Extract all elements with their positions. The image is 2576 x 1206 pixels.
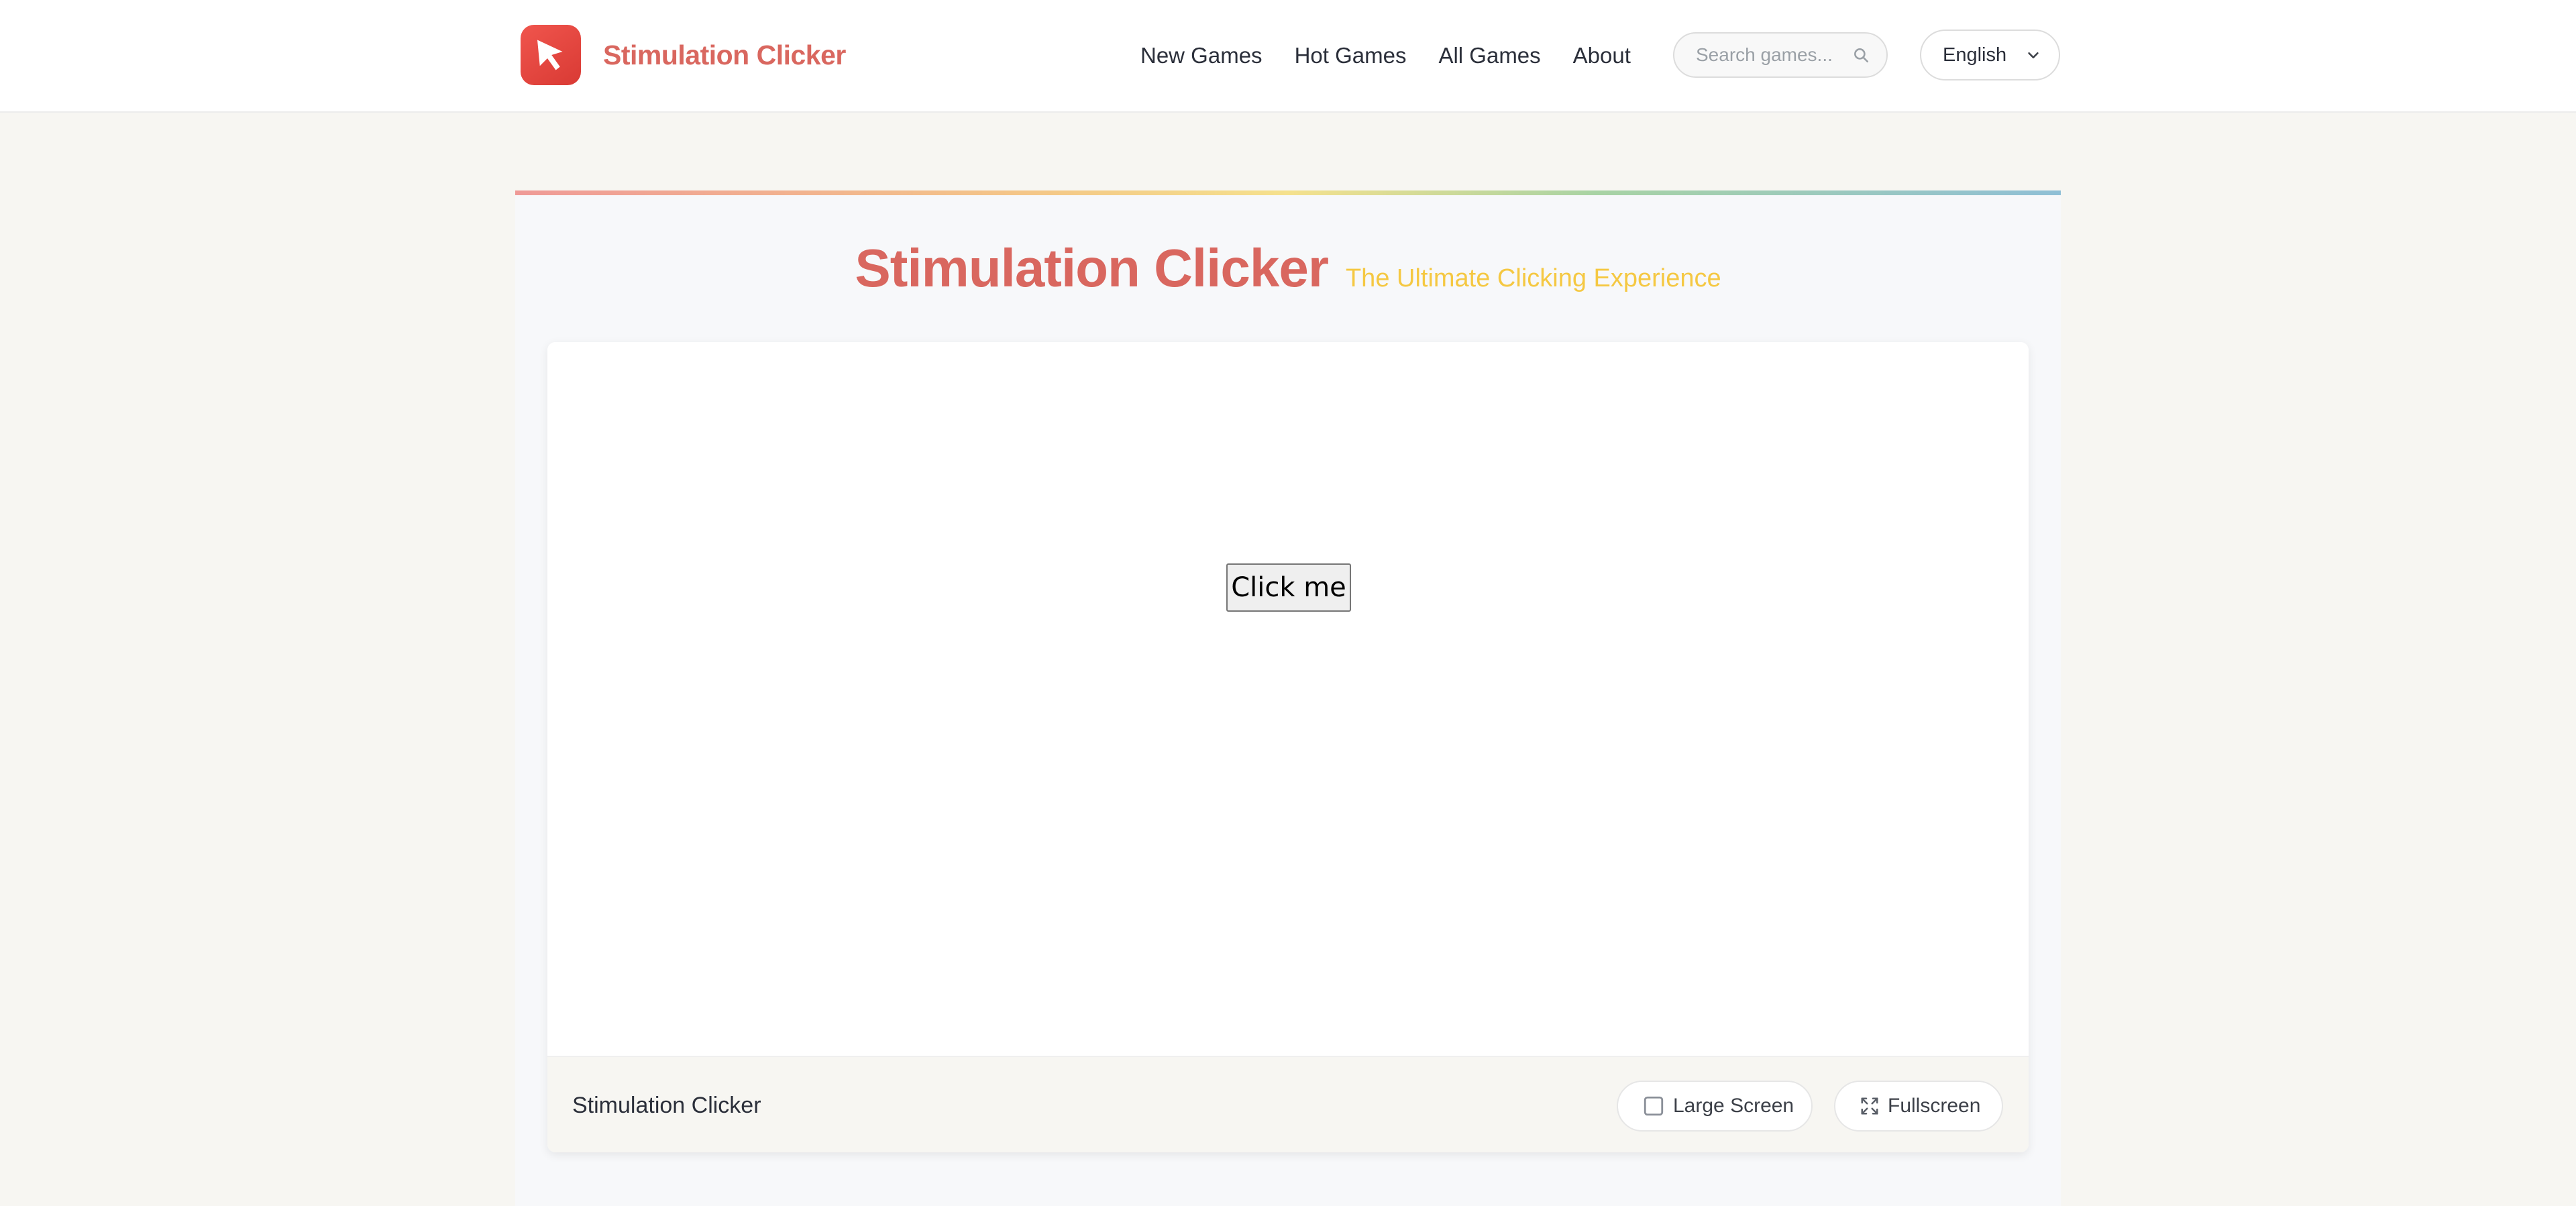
toolbar-game-title: Stimulation Clicker — [572, 1093, 761, 1118]
brand-link[interactable]: Stimulation Clicker — [521, 25, 846, 85]
large-screen-label: Large Screen — [1673, 1095, 1794, 1117]
nav-all-games[interactable]: All Games — [1438, 43, 1540, 68]
main-nav: New Games Hot Games All Games About — [1140, 0, 1663, 111]
fullscreen-label: Fullscreen — [1888, 1095, 1981, 1117]
search-box — [1673, 32, 1888, 78]
game-card: Click me Stimulation Clicker Large Scree… — [547, 342, 2029, 1152]
language-select[interactable]: English — [1920, 30, 2060, 80]
rainbow-divider — [515, 190, 2061, 195]
search-input[interactable] — [1696, 44, 1850, 66]
title-row: Stimulation Clicker The Ultimate Clickin… — [515, 237, 2061, 311]
expand-icon — [1860, 1095, 1880, 1117]
search-icon[interactable] — [1850, 44, 1872, 66]
click-me-button[interactable]: Click me — [1226, 563, 1351, 612]
language-selected: English — [1943, 44, 2007, 66]
game-toolbar: Stimulation Clicker Large Screen Fullscr… — [547, 1056, 2029, 1152]
fullscreen-button[interactable]: Fullscreen — [1834, 1081, 2003, 1132]
page-title: Stimulation Clicker — [855, 238, 1329, 298]
nav-about[interactable]: About — [1573, 43, 1631, 68]
chevron-down-icon — [2024, 46, 2043, 64]
site-header: Stimulation Clicker New Games Hot Games … — [0, 0, 2576, 113]
nav-new-games[interactable]: New Games — [1140, 43, 1263, 68]
game-frame[interactable]: Click me — [547, 342, 2029, 1056]
large-screen-button[interactable]: Large Screen — [1617, 1081, 1813, 1132]
cursor-arrow-icon — [521, 25, 581, 85]
square-icon — [1642, 1095, 1665, 1117]
brand-name: Stimulation Clicker — [603, 39, 846, 70]
page-subtitle: The Ultimate Clicking Experience — [1345, 264, 1721, 292]
game-panel: Stimulation Clicker The Ultimate Clickin… — [515, 190, 2061, 1206]
nav-hot-games[interactable]: Hot Games — [1295, 43, 1407, 68]
